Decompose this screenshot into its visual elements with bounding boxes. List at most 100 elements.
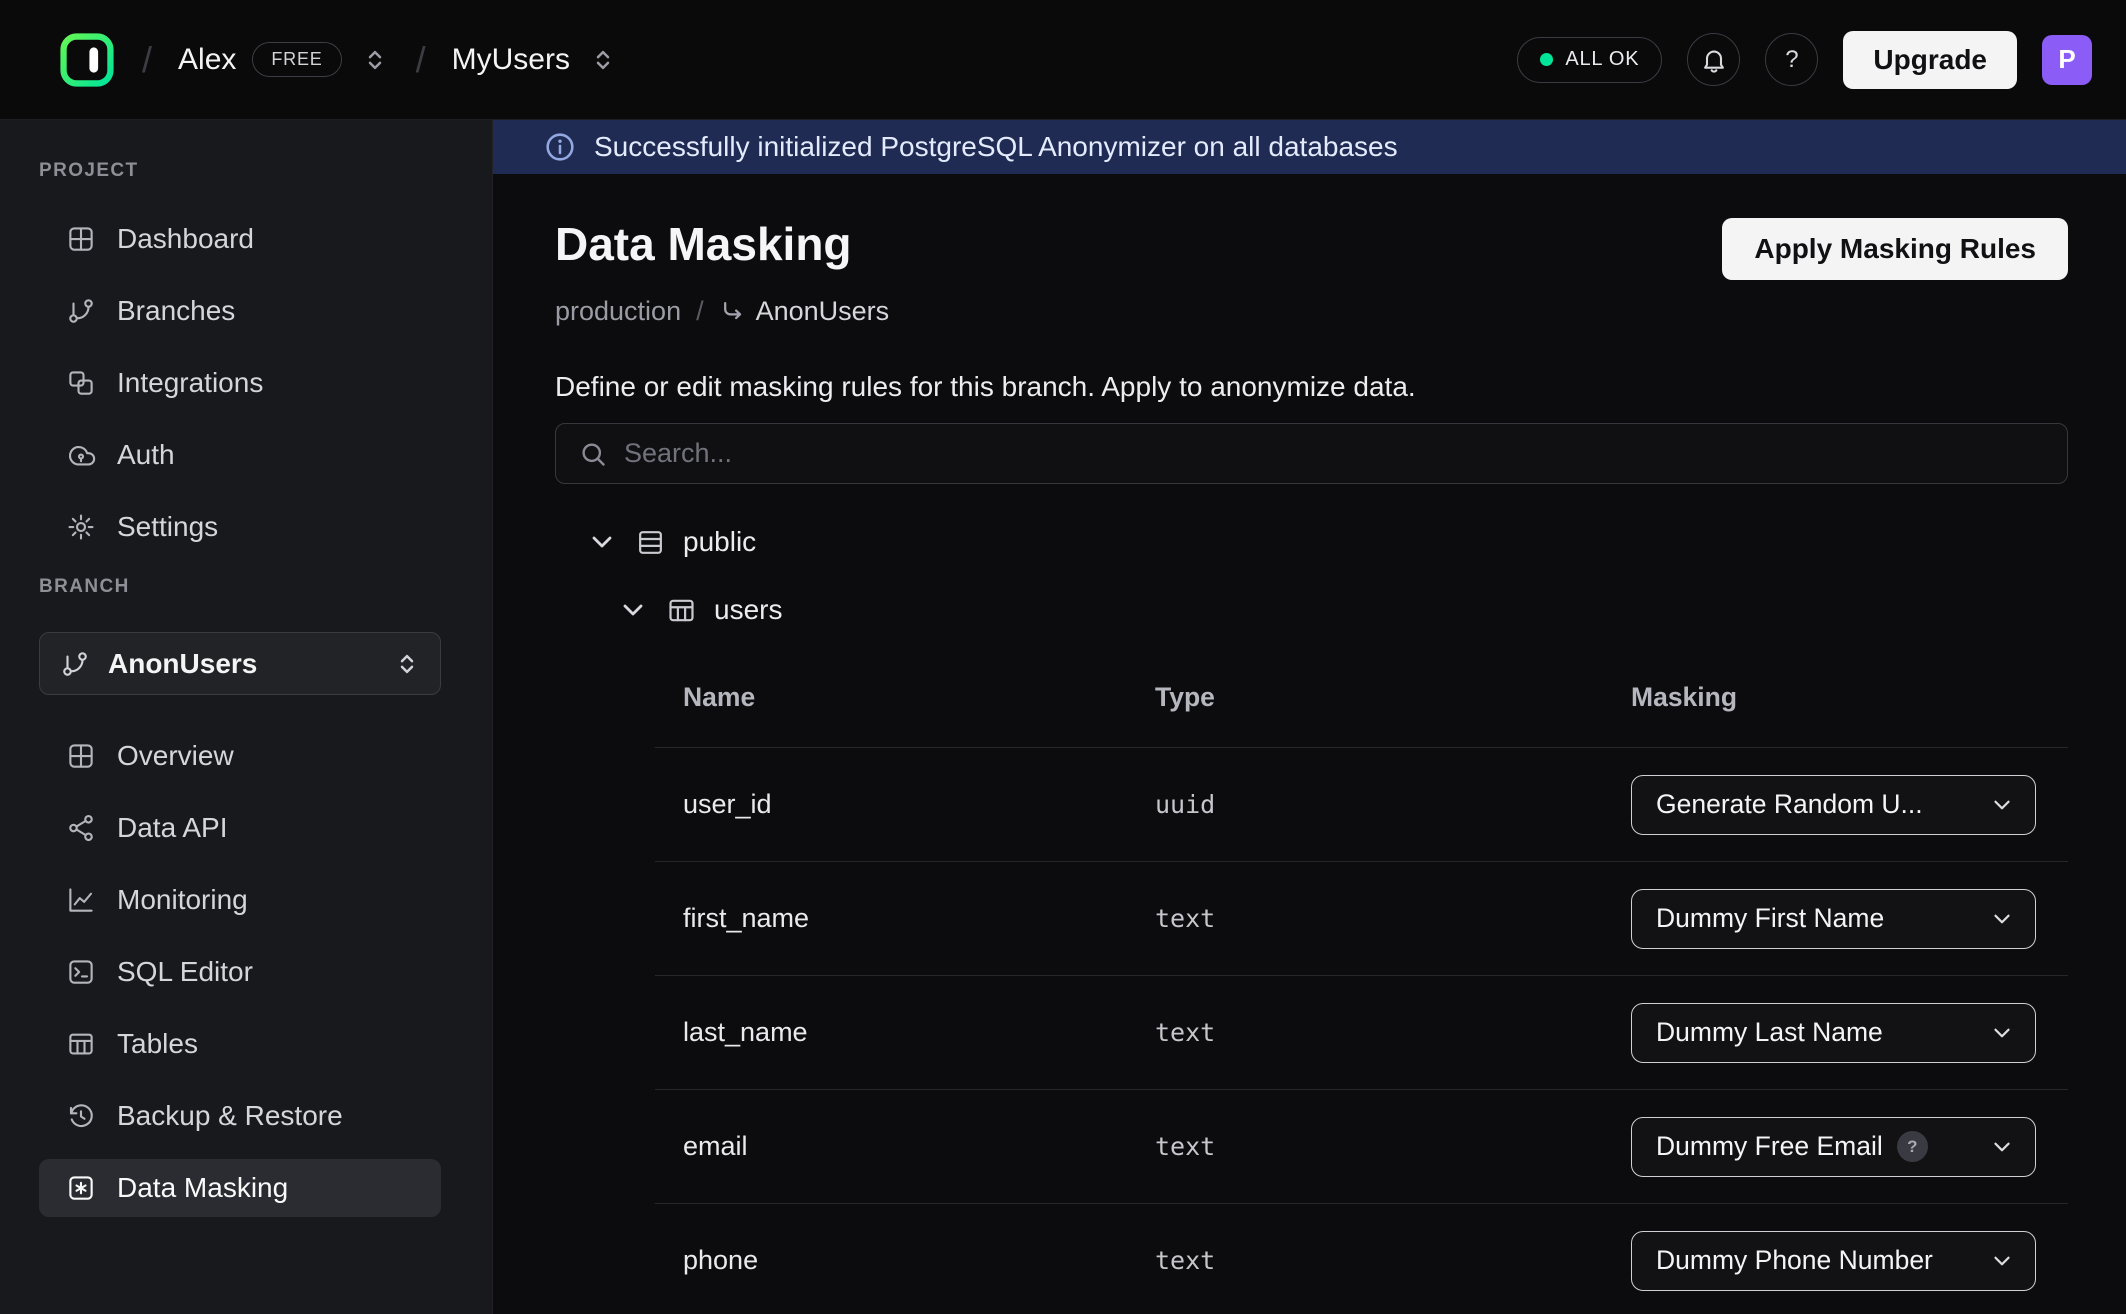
branch-selector-value: AnonUsers [108,648,257,680]
column-header-type: Type [1155,682,1631,713]
chevron-down-icon[interactable] [586,526,618,558]
chevron-down-icon [1989,1248,2015,1274]
page-content: Data Masking Apply Masking Rules product… [493,174,2126,1314]
table-row: first_name text Dummy First Name [655,862,2068,976]
breadcrumb-branch-label: AnonUsers [756,296,890,327]
column-name-value: phone [683,1245,1155,1276]
breadcrumb-separator: / [142,39,152,81]
breadcrumb: production / AnonUsers [555,296,2068,327]
sidebar-item-tables[interactable]: Tables [39,1015,441,1073]
sidebar-item-label: Data API [117,812,228,844]
sidebar-item-label: Overview [117,740,234,772]
project-switcher[interactable]: MyUsers [452,43,618,77]
chevron-down-icon[interactable] [617,594,649,626]
chevrons-updown-icon[interactable] [360,45,390,75]
avatar[interactable]: P [2042,35,2092,85]
branch-selector[interactable]: AnonUsers [39,632,441,695]
search-icon [578,439,608,469]
sidebar-item-label: Settings [117,511,218,543]
integrations-icon [66,368,96,398]
neon-logo-icon[interactable] [58,31,116,89]
data-masking-icon [66,1173,96,1203]
column-header-masking: Masking [1631,682,2036,713]
column-name-value: last_name [683,1017,1155,1048]
masking-select-value: Generate Random U... [1656,789,1923,820]
terminal-icon [66,957,96,987]
sidebar-item-label: Dashboard [117,223,254,255]
top-header: / Alex FREE / MyUsers ALL OK [0,0,2126,120]
masking-rule-select[interactable]: Dummy Last Name [1631,1003,2036,1063]
masking-rule-select[interactable]: Dummy Free Email ? [1631,1117,2036,1177]
chevrons-updown-icon[interactable] [588,45,618,75]
breadcrumb-env[interactable]: production [555,296,681,327]
apply-masking-rules-button[interactable]: Apply Masking Rules [1722,218,2068,280]
schema-icon [635,527,666,558]
table-name[interactable]: users [714,594,782,626]
git-branch-icon [66,296,96,326]
sidebar-item-integrations[interactable]: Integrations [39,354,441,412]
sidebar-item-label: Tables [117,1028,198,1060]
column-header-name: Name [683,682,1155,713]
sidebar-item-overview[interactable]: Overview [39,727,441,785]
sidebar-item-label: SQL Editor [117,956,253,988]
schema-name[interactable]: public [683,526,756,558]
sidebar-item-auth[interactable]: Auth [39,426,441,484]
breadcrumb-separator: / [416,39,426,81]
sidebar-item-backup-restore[interactable]: Backup & Restore [39,1087,441,1145]
sidebar-item-label: Monitoring [117,884,248,916]
question-mark-icon: ? [1785,46,1798,74]
sidebar-item-dashboard[interactable]: Dashboard [39,210,441,268]
table-grid-icon [66,1029,96,1059]
table-icon [666,595,697,626]
chevron-down-icon [1989,1020,2015,1046]
main-area: Successfully initialized PostgreSQL Anon… [493,120,2126,1314]
page-title: Data Masking [555,218,852,271]
table-row: last_name text Dummy Last Name [655,976,2068,1090]
dashboard-icon [66,224,96,254]
sidebar-item-label: Branches [117,295,235,327]
chevron-down-icon [1989,1134,2015,1160]
column-type-value: text [1155,904,1631,933]
masking-rule-select[interactable]: Dummy First Name [1631,889,2036,949]
status-pill[interactable]: ALL OK [1517,37,1662,83]
table-row: email text Dummy Free Email ? [655,1090,2068,1204]
overview-grid-icon [66,741,96,771]
data-api-icon [66,813,96,843]
sidebar-item-settings[interactable]: Settings [39,498,441,556]
sidebar-item-monitoring[interactable]: Monitoring [39,871,441,929]
search-box [555,423,2068,484]
app-window: / Alex FREE / MyUsers ALL OK [0,0,2126,1314]
column-type-value: uuid [1155,790,1631,819]
masking-select-value: Dummy Free Email [1656,1131,1883,1162]
search-input[interactable] [624,438,2045,469]
schema-tree-row: public [586,520,2068,564]
table-row: user_id uuid Generate Random U... [655,748,2068,862]
notifications-button[interactable] [1687,33,1740,86]
help-button[interactable]: ? [1765,33,1818,86]
column-name-value: first_name [683,903,1155,934]
upgrade-button[interactable]: Upgrade [1843,31,2017,89]
chevron-down-icon [1989,906,2015,932]
sidebar-item-label: Backup & Restore [117,1100,343,1132]
masking-table: Name Type Masking user_id uuid Generate … [655,648,2068,1314]
auth-cloud-icon [66,440,96,470]
sidebar-item-label: Auth [117,439,175,471]
breadcrumb-branch[interactable]: AnonUsers [719,296,890,327]
sidebar-item-sql-editor[interactable]: SQL Editor [39,943,441,1001]
masking-select-value: Dummy Phone Number [1656,1245,1933,1276]
column-type-value: text [1155,1246,1631,1275]
gear-icon [66,512,96,542]
masking-rule-select[interactable]: Dummy Phone Number [1631,1231,2036,1291]
table-row: phone text Dummy Phone Number [655,1204,2068,1314]
org-switcher[interactable]: Alex FREE [178,42,390,77]
banner-text: Successfully initialized PostgreSQL Anon… [594,131,1398,163]
help-badge[interactable]: ? [1897,1131,1928,1162]
status-ok-dot-icon [1540,53,1553,66]
sidebar-item-branches[interactable]: Branches [39,282,441,340]
plan-badge: FREE [252,42,341,77]
masking-rule-select[interactable]: Generate Random U... [1631,775,2036,835]
info-icon [543,130,577,164]
sidebar-item-data-api[interactable]: Data API [39,799,441,857]
column-type-value: text [1155,1132,1631,1161]
sidebar-item-data-masking[interactable]: Data Masking [39,1159,441,1217]
